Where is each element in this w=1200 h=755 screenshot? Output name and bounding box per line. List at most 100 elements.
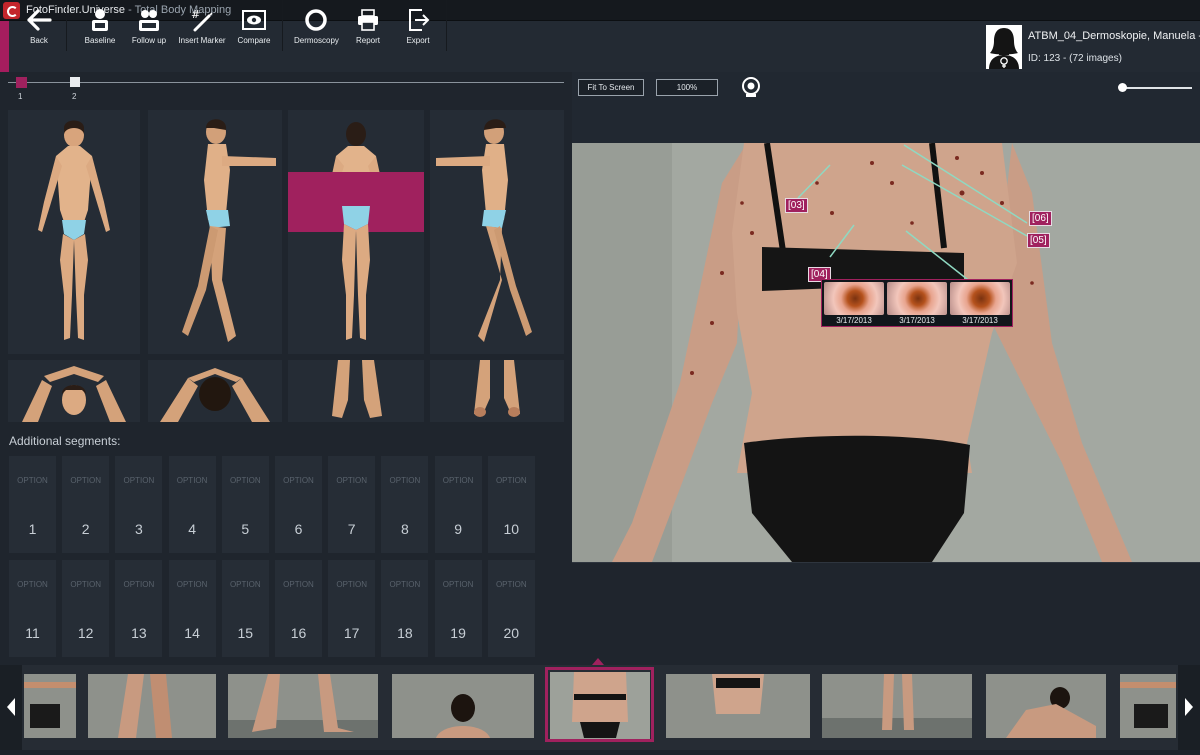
body-photo[interactable] xyxy=(572,143,1200,562)
timeline-point-1[interactable] xyxy=(16,77,27,88)
segment-option-20[interactable]: OPTION 20 xyxy=(487,560,535,657)
follow-up-button[interactable]: Follow up xyxy=(130,4,168,48)
filmstrip-next-button[interactable] xyxy=(1178,665,1200,750)
marker-03[interactable]: [03] xyxy=(785,198,808,213)
filmstrip-thumb[interactable] xyxy=(822,674,972,738)
export-icon xyxy=(409,9,430,31)
dermoscopy-icon xyxy=(305,9,327,31)
thumb-image xyxy=(1120,674,1176,738)
option-label: OPTION xyxy=(336,476,368,485)
additional-segments-title: Additional segments: xyxy=(9,434,121,448)
compare-label: Compare xyxy=(237,36,271,45)
patient-avatar xyxy=(986,25,1022,69)
segment-option-4[interactable]: OPTION 4 xyxy=(168,456,216,553)
segment-option-1[interactable]: OPTION 1 xyxy=(9,456,56,553)
option-label: OPTION xyxy=(495,580,527,589)
option-number: 18 xyxy=(397,625,413,641)
segment-feet-back[interactable] xyxy=(430,360,564,422)
dermoscopy-thumb-3[interactable] xyxy=(950,282,1010,315)
option-label: OPTION xyxy=(176,580,208,589)
thumb-image xyxy=(822,674,972,738)
fit-to-screen-button[interactable]: Fit To Screen xyxy=(578,79,644,96)
segment-feet-front[interactable] xyxy=(288,360,424,422)
segment-option-16[interactable]: OPTION 16 xyxy=(275,560,322,657)
option-number: 19 xyxy=(450,625,466,641)
zoom-100-button[interactable]: 100% xyxy=(656,79,718,96)
timeline-point-2[interactable] xyxy=(70,77,80,87)
timeline-track xyxy=(8,82,564,83)
segment-option-2[interactable]: OPTION 2 xyxy=(62,456,110,553)
option-label: OPTION xyxy=(389,580,421,589)
segment-option-17[interactable]: OPTION 17 xyxy=(328,560,376,657)
filmstrip-prev-button[interactable] xyxy=(0,665,22,750)
marker-05[interactable]: [05] xyxy=(1027,233,1050,248)
filmstrip-thumb[interactable] xyxy=(666,674,810,738)
segment-option-15[interactable]: OPTION 15 xyxy=(221,560,269,657)
segment-option-10[interactable]: OPTION 10 xyxy=(487,456,535,553)
back-photo-image xyxy=(572,143,1200,562)
filmstrip-thumb[interactable] xyxy=(986,674,1106,738)
segment-right-side[interactable] xyxy=(430,110,564,354)
toolbar-divider xyxy=(446,0,447,51)
lesion-comparison-popup[interactable]: 3/17/2013 3/17/2013 3/17/2013 xyxy=(821,279,1013,327)
insert-marker-icon: # xyxy=(191,8,213,32)
filmstrip-thumb[interactable] xyxy=(24,674,76,738)
segment-left-side[interactable] xyxy=(148,110,282,354)
segment-back[interactable] xyxy=(288,110,424,354)
patient-info[interactable]: ATBM_04_Dermoskopie, Manuela - 3... ID: … xyxy=(984,21,1200,72)
option-number: 20 xyxy=(503,625,520,641)
segment-front[interactable] xyxy=(8,110,140,354)
segment-head-back[interactable] xyxy=(148,360,282,422)
marker-06[interactable]: [06] xyxy=(1029,211,1052,226)
option-label: OPTION xyxy=(442,476,474,485)
filmstrip-thumb[interactable] xyxy=(1120,674,1176,738)
thumb-image xyxy=(986,674,1106,738)
option-number: 14 xyxy=(184,625,200,641)
segment-option-3[interactable]: OPTION 3 xyxy=(115,456,163,553)
camera-icon[interactable] xyxy=(740,76,762,98)
dermoscopy-thumb-1[interactable] xyxy=(824,282,884,315)
segment-option-6[interactable]: OPTION 6 xyxy=(275,456,322,553)
zoom-slider-handle[interactable] xyxy=(1118,83,1127,92)
option-number: 4 xyxy=(188,521,196,537)
option-label: OPTION xyxy=(283,476,314,485)
segment-option-8[interactable]: OPTION 8 xyxy=(381,456,429,553)
filmstrip-thumb[interactable] xyxy=(392,674,534,738)
feet-front-figure xyxy=(332,360,382,418)
option-label: OPTION xyxy=(229,476,261,485)
segment-option-13[interactable]: OPTION 13 xyxy=(115,560,163,657)
option-label: OPTION xyxy=(70,580,102,589)
segment-option-5[interactable]: OPTION 5 xyxy=(221,456,269,553)
segment-option-7[interactable]: OPTION 7 xyxy=(328,456,376,553)
back-button[interactable]: Back xyxy=(22,4,56,48)
baseline-button[interactable]: Baseline xyxy=(82,4,118,48)
chevron-left-icon xyxy=(7,698,15,716)
option-number: 8 xyxy=(400,521,409,537)
back-arrow-icon xyxy=(27,9,52,31)
option-label: OPTION xyxy=(17,580,48,589)
insert-marker-label: Insert Marker xyxy=(178,36,226,45)
patient-name: ATBM_04_Dermoskopie, Manuela - 3... xyxy=(1028,30,1200,42)
filmstrip-thumb[interactable] xyxy=(88,674,216,738)
report-button[interactable]: Report xyxy=(352,4,384,48)
segment-option-11[interactable]: OPTION 11 xyxy=(9,560,56,657)
insert-marker-button[interactable]: # Insert Marker xyxy=(178,4,226,48)
viewer-toolbar: Fit To Screen 100% xyxy=(572,72,1200,104)
segment-face-hands[interactable] xyxy=(8,360,140,422)
option-number: 1 xyxy=(28,521,37,537)
app-logo-icon xyxy=(3,2,20,19)
segment-option-9[interactable]: OPTION 9 xyxy=(434,456,482,553)
filmstrip-thumb[interactable] xyxy=(228,674,378,738)
option-label: OPTION xyxy=(176,476,208,485)
patient-id: ID: 123 - (72 images) xyxy=(1028,53,1122,64)
segment-option-18[interactable]: OPTION 18 xyxy=(381,560,429,657)
export-button[interactable]: Export xyxy=(402,4,434,48)
zoom-slider-track[interactable] xyxy=(1122,87,1192,89)
segment-option-19[interactable]: OPTION 19 xyxy=(434,560,482,657)
feet-back-figure xyxy=(474,360,520,417)
segment-option-14[interactable]: OPTION 14 xyxy=(168,560,216,657)
dermoscopy-button[interactable]: Dermoscopy xyxy=(294,4,339,48)
segment-option-12[interactable]: OPTION 12 xyxy=(62,560,110,657)
dermoscopy-thumb-2[interactable] xyxy=(887,282,947,315)
compare-button[interactable]: Compare xyxy=(236,4,272,48)
